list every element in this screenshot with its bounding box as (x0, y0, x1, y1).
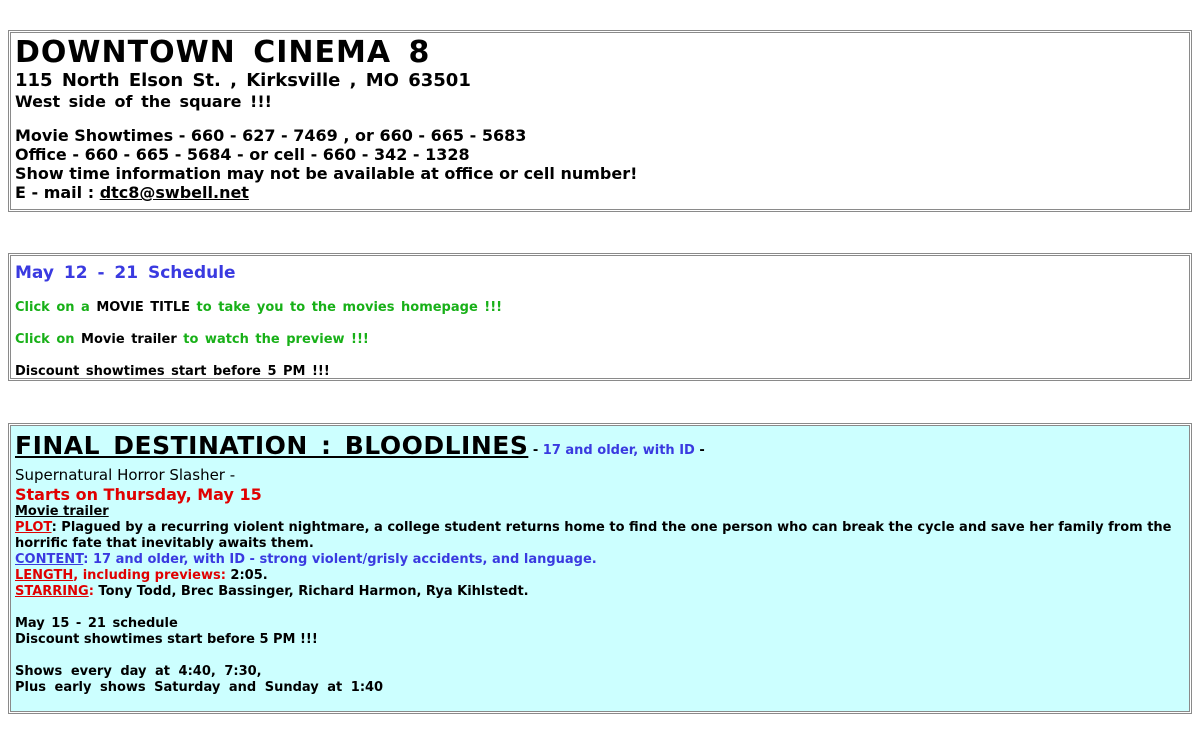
length-label: LENGTH (15, 568, 74, 583)
length-text: , including previews: (73, 568, 226, 583)
location-note: West side of the square !!! (15, 92, 272, 111)
movie-trailer-link[interactable]: Movie trailer (15, 504, 109, 519)
daily-showtimes: Shows every day at 4:40, 7:30, (15, 664, 262, 679)
starring-text: Tony Todd, Brec Bassinger, Richard Harmo… (93, 584, 529, 599)
theater-name: DOWNTOWN CINEMA 8 (15, 35, 431, 70)
rating-suffix: - (694, 443, 705, 458)
content-label: CONTENT (15, 552, 84, 567)
office-phone: Office - 660 - 665 - 5684 - or cell - 66… (15, 145, 470, 164)
schedule-info-inner: May 12 - 21 Schedule Click on a MOVIE TI… (10, 255, 1190, 379)
showtimes-phone: Movie Showtimes - 660 - 627 - 7469 , or … (15, 126, 527, 145)
discount-note: Discount showtimes start before 5 PM !!! (15, 364, 330, 379)
weekend-showtimes: Plus early shows Saturday and Sunday at … (15, 680, 384, 695)
disclaimer: Show time information may not be availab… (15, 164, 638, 183)
email-link[interactable]: dtc8@swbell.net (100, 183, 249, 202)
email-row: E - mail : dtc8@swbell.net (15, 183, 1185, 202)
schedule-info-box: May 12 - 21 Schedule Click on a MOVIE TI… (8, 253, 1192, 381)
movie-trailer-keyword: Movie trailer (81, 332, 177, 347)
movie-title-link[interactable]: FINAL DESTINATION : BLOODLINES (15, 431, 528, 460)
movie-start-date: Starts on Thursday, May 15 (15, 485, 262, 504)
rating-prefix: - (528, 443, 543, 458)
click-title-suffix: to take you to the movies homepage !!! (190, 300, 503, 315)
trailer-row: Movie trailer (15, 504, 1185, 520)
length-value: 2:05. (225, 568, 268, 583)
schedule-title: May 12 - 21 Schedule (15, 263, 236, 283)
movie-title-keyword: MOVIE TITLE (96, 300, 191, 315)
movie-title-row: FINAL DESTINATION : BLOODLINES - 17 and … (15, 431, 1185, 466)
plot-text: : Plagued by a recurring violent nightma… (15, 520, 1172, 551)
theater-info-inner: DOWNTOWN CINEMA 8 115 North Elson St. , … (10, 32, 1190, 210)
plot-label: PLOT (15, 520, 52, 535)
plot-row: PLOT: Plagued by a recurring violent nig… (15, 520, 1185, 552)
theater-address: 115 North Elson St. , Kirksville , MO 63… (15, 70, 471, 91)
starring-label: STARRING (15, 584, 89, 599)
click-trailer-instruction: Click on Movie trailer to watch the prev… (15, 332, 1185, 348)
movie-rating: 17 and older, with ID (542, 443, 695, 458)
schedule-range: May 15 - 21 schedule (15, 616, 178, 631)
theater-info-box: DOWNTOWN CINEMA 8 115 North Elson St. , … (8, 30, 1192, 212)
starring-row: STARRING: Tony Todd, Brec Bassinger, Ric… (15, 584, 1185, 600)
movie-genre: Supernatural Horror Slasher - (15, 466, 236, 484)
click-trailer-suffix: to watch the preview !!! (176, 332, 369, 347)
movie-discount-note: Discount showtimes start before 5 PM !!! (15, 632, 318, 647)
click-title-prefix: Click on a (15, 300, 97, 315)
click-title-instruction: Click on a MOVIE TITLE to take you to th… (15, 300, 1185, 316)
click-trailer-prefix: Click on (15, 332, 82, 347)
email-label: E - mail : (15, 183, 100, 202)
content-row: CONTENT: 17 and older, with ID - strong … (15, 552, 1185, 568)
content-text: : 17 and older, with ID - strong violent… (83, 552, 597, 567)
length-row: LENGTH, including previews: 2:05. (15, 568, 1185, 584)
movie-listing-box: FINAL DESTINATION : BLOODLINES - 17 and … (8, 423, 1192, 714)
movie-listing-inner: FINAL DESTINATION : BLOODLINES - 17 and … (10, 425, 1190, 712)
